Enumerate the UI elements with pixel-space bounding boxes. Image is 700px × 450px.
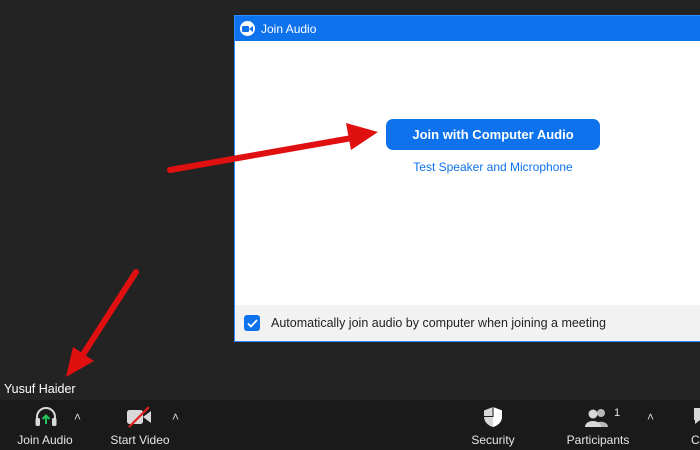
join-audio-dialog: Join Audio Join with Computer Audio Test… bbox=[234, 15, 700, 342]
join-audio-label: Join Audio bbox=[17, 433, 73, 447]
start-video-button[interactable]: Start Video bbox=[103, 400, 173, 450]
join-computer-audio-button[interactable]: Join with Computer Audio bbox=[386, 119, 600, 150]
chat-icon bbox=[692, 406, 700, 431]
participants-count: 1 bbox=[614, 407, 621, 419]
people-icon bbox=[584, 408, 610, 433]
chat-button[interactable]: C bbox=[686, 400, 700, 450]
headphones-icon bbox=[34, 406, 58, 433]
meeting-window: Join Audio Join with Computer Audio Test… bbox=[0, 0, 700, 450]
shield-icon bbox=[482, 406, 504, 433]
security-label: Security bbox=[471, 433, 515, 447]
check-icon bbox=[246, 318, 258, 328]
dialog-title: Join Audio bbox=[261, 21, 317, 36]
caret-up-icon[interactable]: ˄ bbox=[74, 410, 81, 424]
dialog-titlebar[interactable]: Join Audio bbox=[235, 16, 700, 41]
security-button[interactable]: Security bbox=[465, 400, 521, 450]
test-speaker-microphone-link[interactable]: Test Speaker and Microphone bbox=[355, 160, 631, 174]
arrow-to-participant-name bbox=[66, 269, 139, 377]
meeting-toolbar: Join Audio ˄ Start Video ˄ Security 1 Pa… bbox=[0, 400, 700, 450]
join-audio-button[interactable]: Join Audio bbox=[10, 400, 82, 450]
chat-label: C bbox=[691, 433, 700, 447]
dialog-footer: Automatically join audio by computer whe… bbox=[235, 305, 700, 341]
caret-up-icon[interactable]: ˄ bbox=[647, 410, 654, 424]
caret-up-icon[interactable]: ˄ bbox=[172, 410, 179, 424]
auto-join-checkbox[interactable] bbox=[244, 315, 260, 331]
start-video-label: Start Video bbox=[110, 433, 170, 447]
participant-name: Yusuf Haider bbox=[4, 382, 76, 396]
video-camera-icon bbox=[240, 21, 255, 36]
auto-join-label: Automatically join audio by computer whe… bbox=[271, 316, 606, 330]
participants-label: Participants bbox=[566, 433, 630, 447]
participants-button[interactable]: 1 Participants bbox=[562, 400, 634, 450]
video-off-icon bbox=[125, 406, 153, 433]
